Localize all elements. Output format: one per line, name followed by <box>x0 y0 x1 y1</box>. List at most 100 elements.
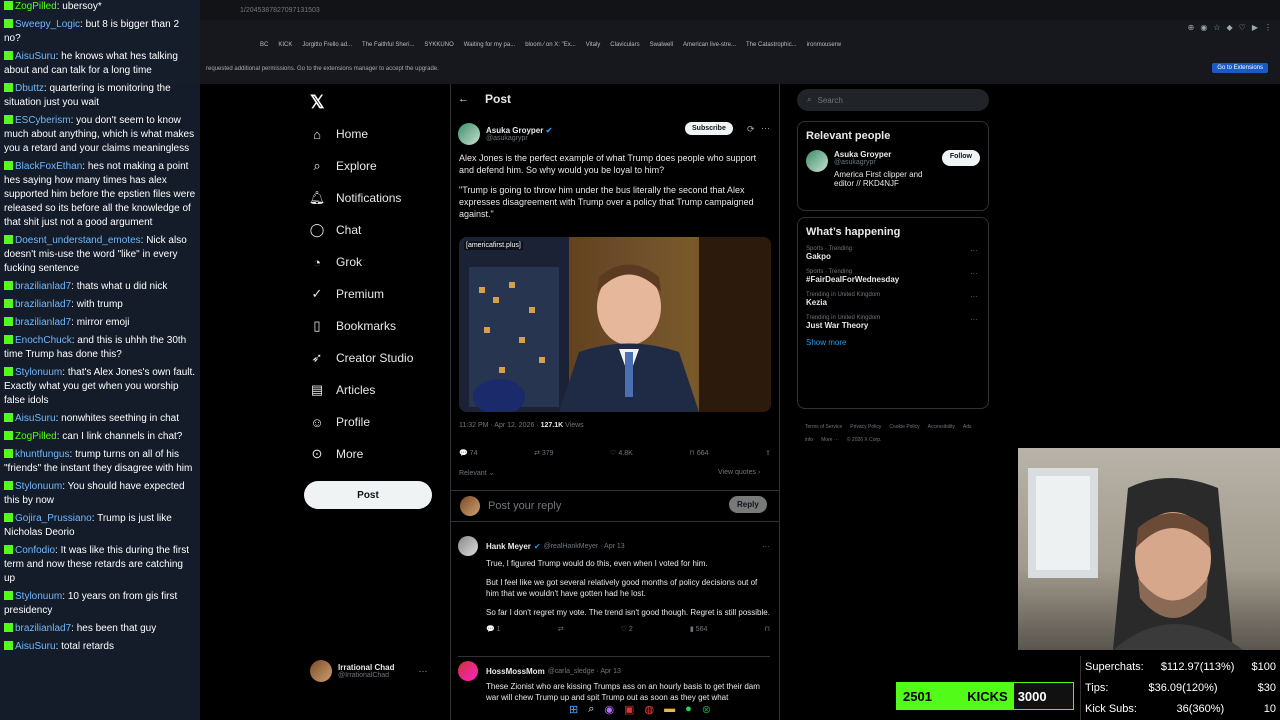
bookmark-item[interactable]: ironmouserw <box>807 42 841 48</box>
reply-author-name[interactable]: Hank Meyer <box>486 541 531 552</box>
chat-username[interactable]: AisuSuru <box>15 413 56 424</box>
more-icon[interactable]: ··· <box>970 246 978 255</box>
chat-username[interactable]: Stylonuum <box>15 591 62 602</box>
avatar[interactable] <box>458 123 480 145</box>
trend-item[interactable]: Sports · Trending #FairDealForWednesday ··… <box>798 265 988 288</box>
chat-username[interactable]: Stylonuum <box>15 481 62 492</box>
nav-item-home[interactable]: ⌂ Home <box>310 118 368 150</box>
nav-item-more[interactable]: ⊙ More <box>310 438 364 470</box>
bookmark-item[interactable]: The Catastrophic... <box>746 42 797 48</box>
follow-button[interactable]: Follow <box>941 150 980 166</box>
chat-username[interactable]: AisuSuru <box>15 641 56 652</box>
footer-link[interactable]: More ··· <box>821 437 839 443</box>
avatar[interactable] <box>458 661 478 681</box>
reply-handle[interactable]: @carla_sledge · Apr 13 <box>548 666 621 677</box>
windows-start-icon[interactable]: ⊞ <box>569 703 578 716</box>
reply-handle[interactable]: @realHankMeyer · Apr 13 <box>544 541 625 552</box>
reply-item[interactable]: HossMossMom @carla_sledge · Apr 13 These… <box>458 656 770 702</box>
view-quotes-link[interactable]: View quotes › <box>718 469 760 476</box>
chat-username[interactable]: AisuSuru <box>15 51 56 62</box>
chat-username[interactable]: brazilianlad7 <box>15 623 71 634</box>
more-icon[interactable]: ··· <box>418 666 427 676</box>
footer-link[interactable]: Accessibility <box>928 424 955 430</box>
go-to-extensions-button[interactable]: Go to Extensions <box>1212 63 1268 73</box>
nav-item-creator-studio[interactable]: ➶ Creator Studio <box>310 342 414 374</box>
bookmark-item[interactable]: SYKKUNO <box>424 42 453 48</box>
app-icon[interactable]: ▣ <box>624 703 634 716</box>
more-icon[interactable]: ··· <box>970 315 978 324</box>
bookmark-icon[interactable]: ⊓ <box>765 624 770 635</box>
nav-item-articles[interactable]: ▤ Articles <box>310 374 376 406</box>
spotify-icon[interactable]: ● <box>685 703 692 715</box>
chrome-icon[interactable]: ◍ <box>644 703 654 716</box>
chat-username[interactable]: Stylonuum <box>15 367 62 378</box>
chat-username[interactable]: Doesnt_understand_emotes <box>15 235 141 246</box>
nav-item-bookmarks[interactable]: ▯ Bookmarks <box>310 310 396 342</box>
more-icon[interactable]: ··· <box>970 292 978 301</box>
reply-button[interactable]: Reply <box>729 496 767 513</box>
heart-icon[interactable]: ♡ <box>1239 23 1246 32</box>
bookmark-item[interactable]: American live-stre... <box>683 42 736 48</box>
reply-input[interactable]: Post your reply <box>488 500 561 512</box>
obs-icon[interactable]: ◉ <box>604 703 614 716</box>
nav-item-chat[interactable]: ◯ Chat <box>310 214 362 246</box>
trend-item[interactable]: Trending in United Kingdom Kezia ··· <box>798 288 988 311</box>
sort-dropdown[interactable]: Relevant ⌄ <box>459 469 494 477</box>
post-button[interactable]: Post <box>304 481 432 509</box>
author-name[interactable]: Asuka Groyper <box>486 126 543 135</box>
nav-item-premium[interactable]: ✓ Premium <box>310 278 384 310</box>
like-action[interactable]: ♡ 4.8K <box>610 449 633 457</box>
repost-action[interactable]: ⇄ 379 <box>534 449 554 457</box>
chat-username[interactable]: Sweepy_Logic <box>15 19 80 30</box>
xbox-icon[interactable]: ⊗ <box>702 703 711 716</box>
bookmark-item[interactable]: bloom ⁄ on X: "Ex... <box>525 42 576 48</box>
trend-item[interactable]: Sports · Trending Gakpo ··· <box>798 242 988 265</box>
chat-username[interactable]: brazilianlad7 <box>15 299 71 310</box>
chat-username[interactable]: Dbuttz <box>15 83 44 94</box>
folder-icon[interactable]: ▬ <box>664 703 675 715</box>
x-logo-icon[interactable]: 𝕏 <box>310 92 325 113</box>
views-action[interactable]: ▮ 564 <box>690 624 707 635</box>
extension-icon[interactable]: ◉ <box>1200 23 1207 32</box>
more-icon[interactable]: ··· <box>762 541 770 552</box>
author-handle[interactable]: @asukagrypr <box>486 135 552 142</box>
chat-username[interactable]: khuntfungus <box>15 449 70 460</box>
menu-icon[interactable]: ⋮ <box>1264 23 1272 32</box>
chat-username[interactable]: brazilianlad7 <box>15 317 71 328</box>
shield-icon[interactable]: ◆ <box>1227 23 1233 32</box>
search-icon[interactable]: ⌕ <box>588 703 594 716</box>
post-image[interactable] <box>459 237 771 412</box>
bookmark-item[interactable]: KICK <box>278 42 292 48</box>
footer-link[interactable]: © 2026 X Corp. <box>847 437 882 443</box>
avatar[interactable] <box>458 536 478 556</box>
person-handle[interactable]: @asukagrypr <box>834 159 939 166</box>
chat-username[interactable]: ZogPilled <box>15 1 57 12</box>
bookmark-item[interactable]: Waiting for my pa... <box>464 42 515 48</box>
chat-username[interactable]: ZogPilled <box>15 431 57 442</box>
chat-username[interactable]: BlackFoxEthan <box>15 161 82 172</box>
nav-item-explore[interactable]: ⌕ Explore <box>310 150 376 182</box>
reply-item[interactable]: Hank Meyer ✔ @realHankMeyer · Apr 13 ···… <box>458 536 770 646</box>
play-icon[interactable]: ▶ <box>1252 23 1258 32</box>
avatar[interactable] <box>806 150 828 172</box>
footer-link[interactable]: Cookie Policy <box>889 424 919 430</box>
chat-username[interactable]: Gojira_Prussiano <box>15 513 92 524</box>
repost-icon[interactable]: ⇄ <box>558 624 564 635</box>
more-icon[interactable]: ··· <box>761 123 770 133</box>
bookmark-item[interactable]: BC <box>260 42 268 48</box>
star-icon[interactable]: ☆ <box>1213 23 1220 32</box>
bookmark-item[interactable]: Vitaly <box>586 42 601 48</box>
show-more-link[interactable]: Show more <box>798 334 988 351</box>
chat-username[interactable]: Confodio <box>15 545 55 556</box>
bookmark-item[interactable]: Claviculars <box>610 42 639 48</box>
nav-item-notifications[interactable]: 🔔︎ Notifications <box>309 182 402 214</box>
reply-author-name[interactable]: HossMossMom <box>486 666 545 677</box>
bookmark-item[interactable]: Jorgitto Frello ad... <box>302 42 352 48</box>
reply-action[interactable]: 💬 1 <box>486 624 501 635</box>
subscribe-button[interactable]: Subscribe <box>685 122 733 135</box>
bookmark-action[interactable]: ⊓ 664 <box>689 449 708 457</box>
back-arrow-icon[interactable]: ← <box>458 93 469 105</box>
footer-link[interactable]: Terms of Service <box>805 424 842 430</box>
zoom-icon[interactable]: ⊕ <box>1188 23 1195 32</box>
account-switcher[interactable]: Irrational Chad @IrrationalChad ··· <box>310 656 445 686</box>
